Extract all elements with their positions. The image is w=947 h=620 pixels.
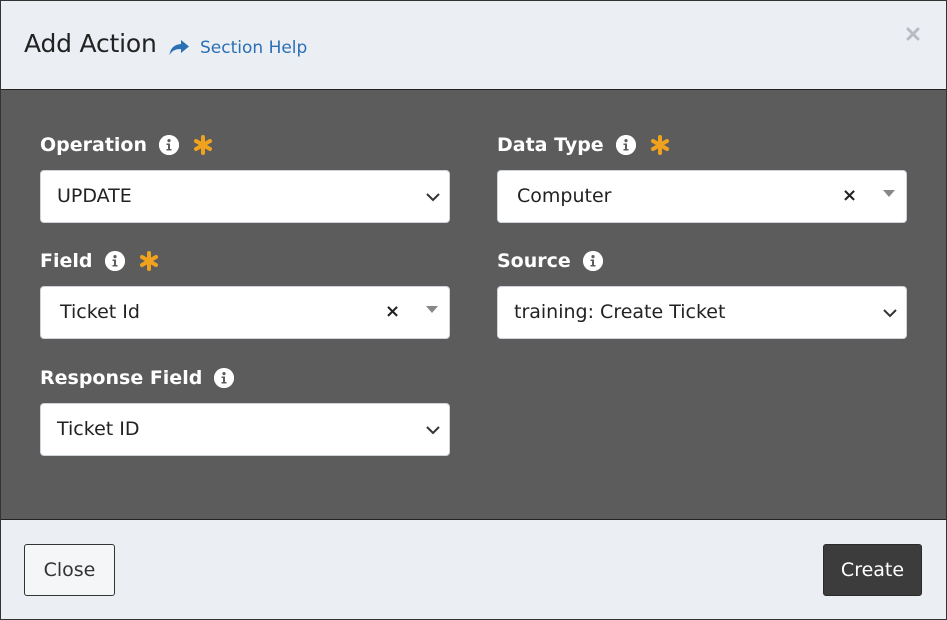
modal-header: Add Action Section Help [1, 1, 946, 90]
info-icon[interactable] [582, 251, 603, 271]
modal-title: Add Action [24, 29, 157, 58]
caret-down-icon[interactable] [426, 306, 438, 313]
source-select[interactable]: training: Create Ticket [497, 286, 907, 339]
response-field-label-row: Response Field [40, 366, 235, 390]
asterisk-icon [139, 251, 159, 271]
share-arrow-icon [169, 40, 189, 55]
clear-icon[interactable]: × [842, 187, 857, 205]
info-icon[interactable] [615, 135, 636, 155]
modal-body: Operation UPDATE Data Type Computer × Fi… [1, 90, 946, 519]
info-icon[interactable] [104, 251, 125, 271]
section-help-label: Section Help [200, 38, 308, 58]
response-field-value: Ticket ID [57, 418, 140, 440]
clear-icon[interactable]: × [385, 303, 400, 321]
response-field-select[interactable]: Ticket ID [40, 403, 450, 456]
field-select[interactable]: Ticket Id × [40, 286, 450, 339]
create-button[interactable]: Create [823, 544, 922, 596]
data-type-value: Computer [517, 185, 612, 207]
chevron-down-icon [883, 309, 897, 318]
operation-select[interactable]: UPDATE [40, 170, 450, 223]
response-field-label: Response Field [40, 367, 203, 389]
data-type-select[interactable]: Computer × [497, 170, 907, 223]
data-type-label-row: Data Type [497, 133, 670, 157]
chevron-down-icon [426, 426, 440, 435]
info-icon[interactable] [159, 135, 180, 155]
add-action-modal: Add Action Section Help Operation UPDATE [0, 0, 947, 620]
close-icon[interactable] [904, 25, 922, 43]
asterisk-icon [193, 135, 213, 155]
operation-label-row: Operation [40, 133, 213, 157]
data-type-label: Data Type [497, 134, 604, 156]
source-value: training: Create Ticket [514, 301, 726, 323]
operation-value: UPDATE [57, 185, 132, 207]
modal-footer: Close Create [1, 519, 946, 619]
field-label-row: Field [40, 249, 159, 273]
field-label: Field [40, 250, 93, 272]
field-value: Ticket Id [60, 301, 140, 323]
caret-down-icon[interactable] [883, 190, 895, 197]
operation-label: Operation [40, 134, 148, 156]
source-label-row: Source [497, 249, 603, 273]
section-help-link[interactable]: Section Help [168, 36, 307, 60]
source-label: Source [497, 250, 571, 272]
asterisk-icon [650, 135, 670, 155]
info-icon[interactable] [214, 368, 235, 388]
close-button[interactable]: Close [24, 544, 115, 596]
chevron-down-icon [426, 193, 440, 202]
